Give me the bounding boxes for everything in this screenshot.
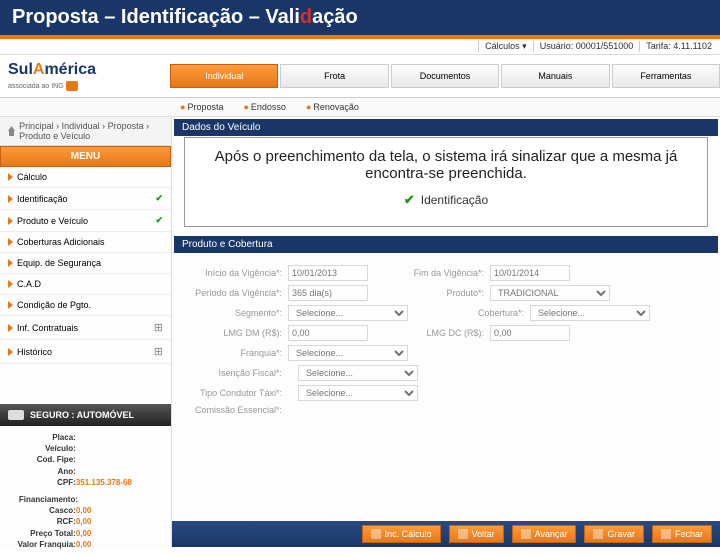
isencao-select[interactable]: Selecione... <box>298 365 418 381</box>
menu-header: MENU <box>0 146 171 167</box>
fechar-button[interactable]: Fechar <box>652 525 712 543</box>
logo-block: SulAmérica associada ao ING <box>0 55 170 97</box>
menu-item-6[interactable]: Condição de Pgto. <box>0 295 171 316</box>
menu-item-4[interactable]: Equip. de Segurança <box>0 253 171 274</box>
car-icon <box>8 410 24 420</box>
seguro-header: SEGURO : AUTOMÓVEL <box>0 404 171 426</box>
slide-title: Proposta – Identificação – Validação <box>12 6 708 29</box>
form-produto: Início da Vigência*: Fim da Vigência*: P… <box>172 255 720 425</box>
logo-sulamerica: SulAmérica <box>8 61 96 79</box>
triangle-icon <box>8 348 13 356</box>
usuario-label: Usuário: 00001/551000 <box>533 41 634 52</box>
check-icon: ✔ <box>404 192 415 208</box>
identificacao-callout: ✔ Identificação <box>394 188 498 212</box>
instruction-text: Após o preenchimento da tela, o sistema … <box>199 148 693 182</box>
sidebar: Principal › Individual › Proposta › Prod… <box>0 117 172 547</box>
tab-documentos[interactable]: Documentos <box>391 64 499 88</box>
check-icon: ✔ <box>155 215 163 226</box>
plus-icon <box>371 529 381 539</box>
triangle-icon <box>8 217 13 225</box>
lion-icon <box>66 81 78 91</box>
triangle-icon <box>8 259 13 267</box>
menu-item-3[interactable]: Coberturas Adicionais <box>0 232 171 253</box>
section-dados-veiculo: Dados do Veículo <box>174 119 718 136</box>
footer-actions: Inc. Cálculo Voltar Avançar Gravar Fecha… <box>172 521 720 547</box>
fim-vigencia-input[interactable] <box>490 265 570 281</box>
triangle-icon <box>8 301 13 309</box>
gravar-button[interactable]: Gravar <box>584 525 644 543</box>
lmg-dc-input[interactable] <box>490 325 570 341</box>
section-produto-cobertura: Produto e Cobertura <box>174 236 718 253</box>
save-icon <box>593 529 603 539</box>
inicio-vigencia-input[interactable] <box>288 265 368 281</box>
expand-icon: ⊞ <box>154 345 163 358</box>
home-icon[interactable] <box>8 126 15 136</box>
breadcrumb: Principal › Individual › Proposta › Prod… <box>0 117 171 146</box>
app-header: SulAmérica associada ao ING Individual F… <box>0 55 720 98</box>
triangle-icon <box>8 324 13 332</box>
expand-icon: ⊞ <box>154 321 163 334</box>
subtab-endosso[interactable]: ●Endosso <box>243 102 285 112</box>
cobertura-select[interactable]: Selecione... <box>530 305 650 321</box>
slide-title-bar: Proposta – Identificação – Validação <box>0 0 720 39</box>
triangle-icon <box>8 173 13 181</box>
menu-item-8[interactable]: Histórico⊞ <box>0 340 171 364</box>
tarifa-label: Tarifa: 4.11.1102 <box>639 41 712 52</box>
logo-ing: associada ao ING <box>8 81 96 91</box>
app-top-info: Cálculos ▾ Usuário: 00001/551000 Tarifa:… <box>0 39 720 55</box>
close-icon <box>661 529 671 539</box>
menu-item-2[interactable]: Produto e Veículo✔ <box>0 210 171 232</box>
periodo-input[interactable] <box>288 285 368 301</box>
main-panel: Dados do Veículo Após o preenchimento da… <box>172 117 720 547</box>
triangle-icon <box>8 238 13 246</box>
menu-item-5[interactable]: C.A.D <box>0 274 171 295</box>
calculos-dropdown[interactable]: Cálculos ▾ <box>478 41 527 52</box>
check-icon: ✔ <box>155 193 163 204</box>
franquia-select[interactable]: Selecione... <box>288 345 408 361</box>
produto-select[interactable]: TRADICIONAL <box>490 285 610 301</box>
tab-ferramentas[interactable]: Ferramentas <box>612 64 720 88</box>
menu-item-1[interactable]: Identificação✔ <box>0 188 171 210</box>
sub-tabs: ●Proposta ●Endosso ●Renovação <box>0 98 720 117</box>
subtab-renovacao[interactable]: ●Renovação <box>306 102 359 112</box>
segmento-select[interactable]: Selecione... <box>288 305 408 321</box>
triangle-icon <box>8 280 13 288</box>
voltar-button[interactable]: Voltar <box>449 525 504 543</box>
menu-item-0[interactable]: Cálculo <box>0 167 171 188</box>
main-tabs: Individual Frota Documentos Manuais Ferr… <box>170 64 720 88</box>
arrow-left-icon <box>458 529 468 539</box>
condutor-select[interactable]: Selecione... <box>298 385 418 401</box>
tab-frota[interactable]: Frota <box>280 64 388 88</box>
incluir-calculo-button[interactable]: Inc. Cálculo <box>362 525 441 543</box>
lmg-dm-input[interactable] <box>288 325 368 341</box>
vehicle-info: Placa: Veículo: Cod. Fipe: Ano: CPF:351.… <box>0 426 171 556</box>
tab-manuais[interactable]: Manuais <box>501 64 609 88</box>
avancar-button[interactable]: Avançar <box>512 525 577 543</box>
triangle-icon <box>8 195 13 203</box>
instruction-overlay: Após o preenchimento da tela, o sistema … <box>184 137 708 227</box>
tab-individual[interactable]: Individual <box>170 64 278 88</box>
subtab-proposta[interactable]: ●Proposta <box>180 102 223 112</box>
menu-item-7[interactable]: Inf. Contratuais⊞ <box>0 316 171 340</box>
arrow-right-icon <box>521 529 531 539</box>
